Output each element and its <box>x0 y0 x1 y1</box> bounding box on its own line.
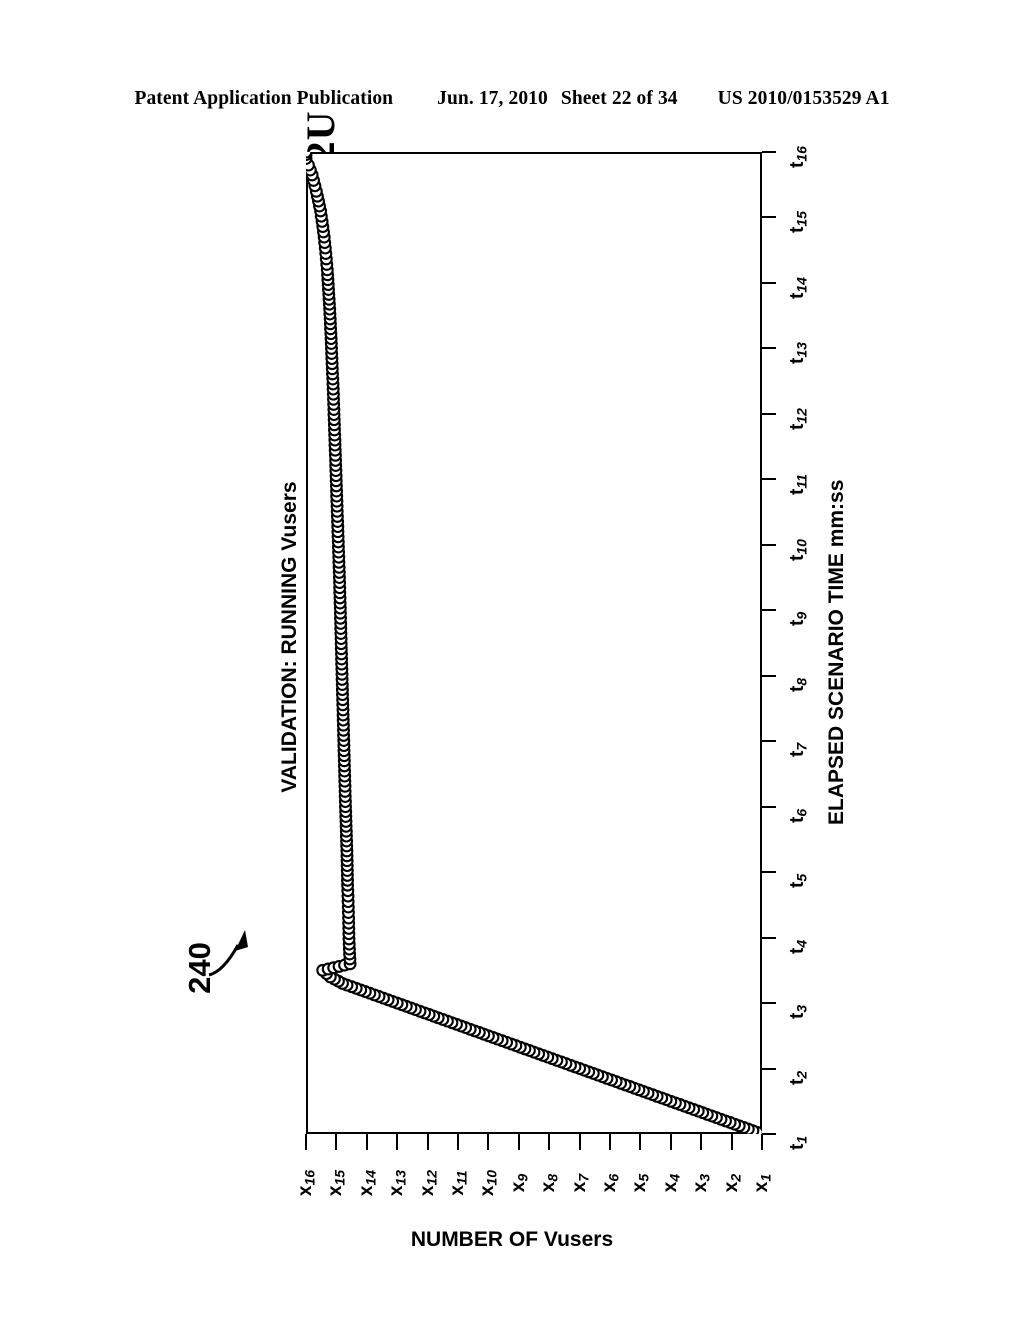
time-axis-tick-label: t14 <box>787 277 810 299</box>
time-axis-tick-label: t2 <box>787 1070 810 1085</box>
time-axis-tick-label: t16 <box>787 146 810 168</box>
vusers-axis-tick <box>761 1134 763 1150</box>
time-axis-tick-label: t13 <box>787 342 810 365</box>
chart-title: VALIDATION: RUNNING Vusers <box>278 481 301 793</box>
time-axis-tick-label: t12 <box>787 407 810 430</box>
vusers-axis-tick-label: x1 <box>751 1173 774 1193</box>
time-axis-tick-label: t8 <box>787 677 810 692</box>
vusers-axis-tick <box>457 1134 459 1150</box>
vusers-axis-tick-label: x11 <box>447 1170 470 1196</box>
time-axis-tick-labels: t1 t2 t3 t4 t5 t6 t7 t8 t9 t10 t11 t12 t13 t14 t15 t16 <box>770 146 826 1150</box>
time-axis-tick-label: t11 <box>787 474 810 496</box>
time-axis-tick-label: t3 <box>787 1004 810 1020</box>
vusers-axis-tick <box>639 1134 642 1150</box>
vusers-axis-title: NUMBER OF Vusers <box>410 1228 614 1251</box>
curved-arrow-icon <box>208 930 248 977</box>
vusers-axis-tick <box>578 1134 581 1150</box>
time-axis-tick-label: t6 <box>787 808 810 823</box>
vusers-axis-tick-label: x2 <box>720 1173 744 1193</box>
vusers-axis-tick <box>365 1134 368 1150</box>
time-axis-tick-label: t10 <box>787 538 810 561</box>
vusers-axis-tick <box>548 1134 551 1150</box>
vusers-axis-tick-label: x13 <box>386 1169 409 1197</box>
time-axis-tick-label: t15 <box>787 211 810 234</box>
vusers-axis-tick-label: x14 <box>355 1169 379 1197</box>
vusers-axis-tick <box>487 1134 490 1150</box>
vusers-axis-tick <box>700 1134 703 1150</box>
vusers-axis-tick-label: x5 <box>629 1173 652 1193</box>
vusers-axis-tick <box>335 1134 338 1150</box>
vusers-axis-tick-label: x9 <box>507 1173 531 1193</box>
time-axis-tick-label: t1 <box>787 1135 810 1150</box>
vusers-axis-tick-label: x16 <box>295 1169 318 1197</box>
time-axis-tick-label: t7 <box>787 743 810 758</box>
vusers-axis-tick-label: x6 <box>599 1173 622 1193</box>
vusers-axis-tick-label: x15 <box>325 1169 348 1197</box>
vusers-axis-tick <box>609 1134 611 1150</box>
vusers-axis-tick-label: x12 <box>416 1169 440 1197</box>
vusers-axis-tick-label: x10 <box>477 1169 500 1197</box>
time-axis-title: ELAPSED SCENARIO TIME mm:ss <box>825 479 848 825</box>
vusers-axis-tick-labels: x1 x2 x3 x4 x5 x6 x7 x8 x9 x10 x11 x12 x13 x14 x15 x16 <box>295 1150 774 1212</box>
vusers-axis-tick <box>426 1134 429 1150</box>
vusers-axis-tick <box>730 1134 733 1150</box>
vusers-axis-tick <box>517 1134 520 1150</box>
plot-frame <box>306 152 762 1134</box>
time-axis-tick-label: t4 <box>787 939 810 954</box>
vusers-axis-tick-label: x4 <box>659 1173 683 1193</box>
vusers-axis-tick-label: x8 <box>538 1173 561 1193</box>
vusers-axis-tick <box>669 1134 672 1150</box>
vusers-axis-tick-label: x7 <box>568 1173 592 1193</box>
time-axis-tick-label: t5 <box>787 874 810 889</box>
vusers-axis-tick <box>305 1134 307 1150</box>
vusers-axis-tick <box>396 1134 399 1150</box>
time-axis-tick-label: t9 <box>787 612 810 627</box>
patent-figure: FIG. 2U 240 VALIDATION: RUNNING Vusers t… <box>0 0 1024 1320</box>
vusers-axis-tick-label: x3 <box>690 1173 713 1193</box>
